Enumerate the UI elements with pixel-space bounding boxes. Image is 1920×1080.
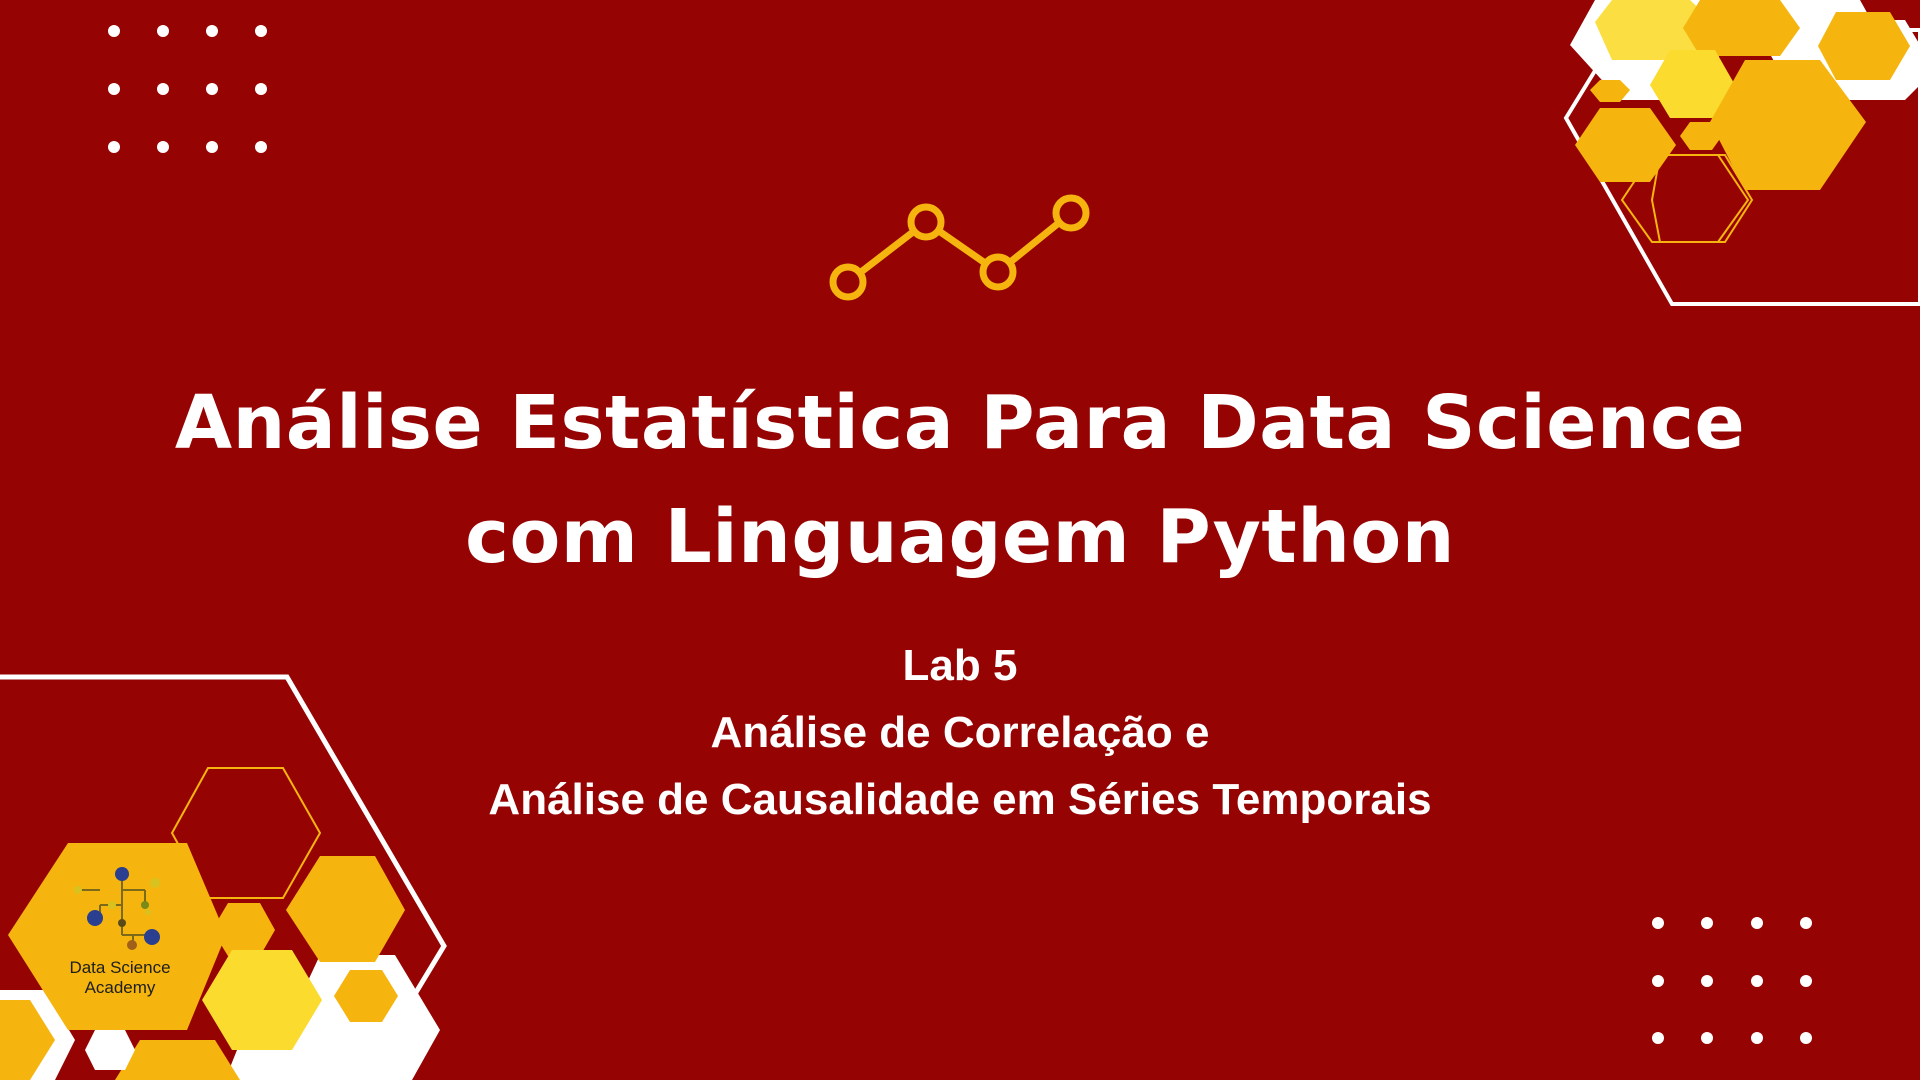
dot-grid-bottom-right — [1652, 917, 1812, 1044]
logo-line-2: Academy — [84, 978, 156, 997]
lab-label: Lab 5 — [902, 641, 1018, 690]
honeycomb-top-right — [1563, 0, 1920, 306]
logo: Data Science Academy — [40, 958, 200, 998]
title-line-1: Análise Estatística Para Data Science — [174, 380, 1746, 466]
line-chart-icon — [829, 194, 1090, 301]
title-line-2: com Linguagem Python — [465, 494, 1455, 580]
logo-line-1: Data Science — [69, 958, 171, 977]
subtitle-line-1: Análise de Correlação e — [710, 708, 1210, 757]
subtitle-line-2: Análise de Causalidade em Séries Tempora… — [488, 775, 1432, 824]
dot-grid-top-left — [108, 25, 267, 153]
page-title: Análise Estatística Para Data Science co… — [0, 366, 1920, 594]
page-subtitle: Lab 5 Análise de Correlação e Análise de… — [0, 632, 1920, 833]
